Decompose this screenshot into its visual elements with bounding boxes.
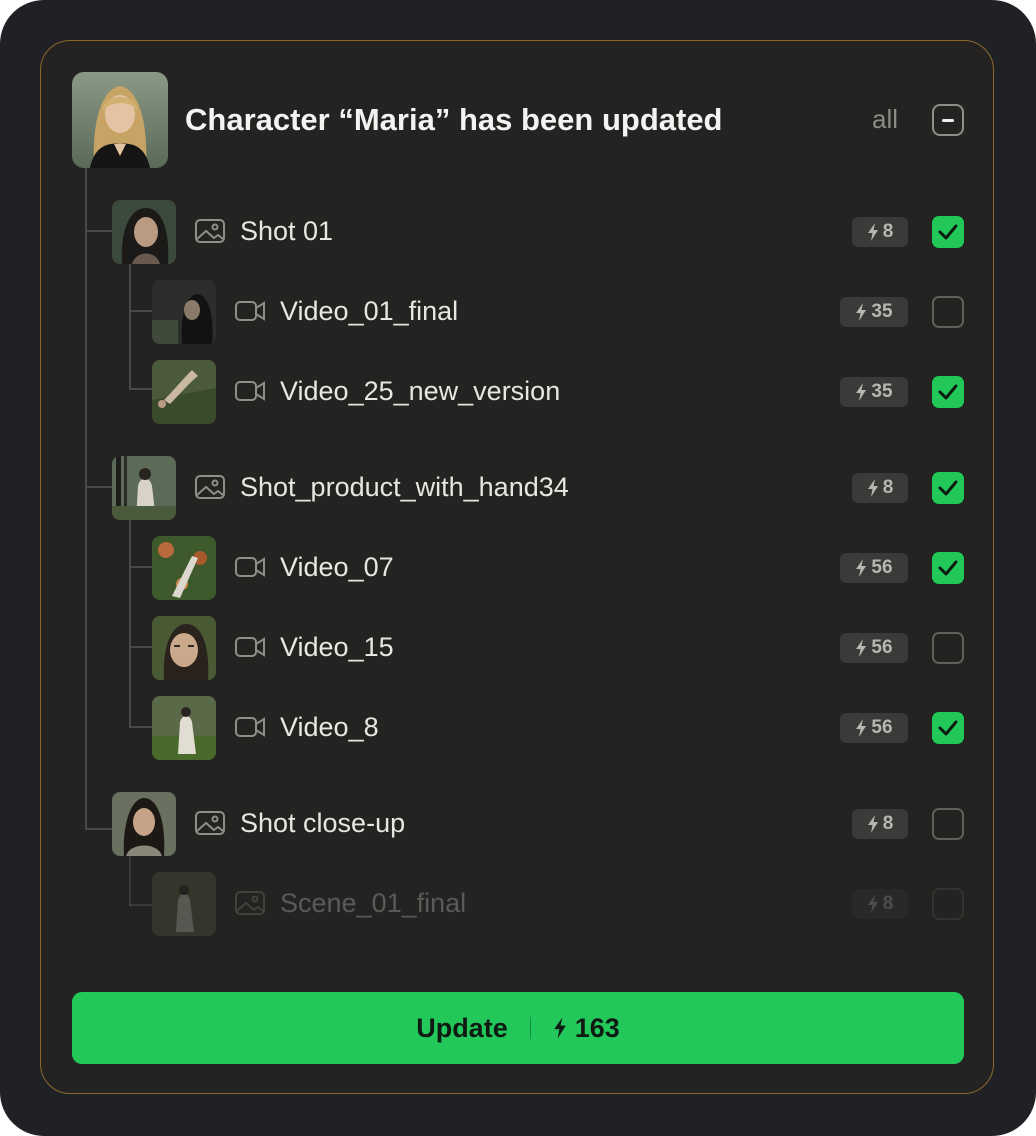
row-label: Shot_product_with_hand34 <box>240 472 569 502</box>
cost-badge: 35 <box>840 297 908 327</box>
checkmark-icon <box>938 720 958 736</box>
cost-value: 35 <box>871 301 893 322</box>
cost-value: 56 <box>871 717 893 738</box>
row-label: Scene_01_final <box>280 888 467 918</box>
checkmark-icon <box>938 384 958 400</box>
select-all-label: all <box>872 104 899 134</box>
checkmark-icon <box>938 480 958 496</box>
select-all-checkbox[interactable] <box>932 104 964 136</box>
row-checkbox[interactable] <box>932 472 964 504</box>
cost-value: 8 <box>882 221 894 242</box>
cost-badge: 8 <box>852 217 908 247</box>
tree-connector <box>85 168 87 830</box>
row-label: Shot close-up <box>240 808 406 838</box>
total-cost: 163 <box>574 1012 620 1043</box>
video-camera-icon <box>234 554 266 580</box>
row-label: Video_01_final <box>280 296 459 326</box>
video-thumbnail <box>152 616 216 680</box>
lightning-bolt-icon <box>856 559 867 577</box>
shot-thumbnail <box>112 792 176 856</box>
row-checkbox <box>932 888 964 920</box>
row-checkbox[interactable] <box>932 376 964 408</box>
lightning-bolt-icon <box>867 479 878 497</box>
tree-connector <box>129 904 152 906</box>
image-icon <box>194 474 226 500</box>
lightning-bolt-icon <box>856 719 867 737</box>
lightning-bolt-icon <box>856 639 867 657</box>
video-camera-icon <box>234 378 266 404</box>
video-camera-icon <box>234 634 266 660</box>
cost-value: 8 <box>882 813 894 834</box>
tree-connector <box>129 520 131 728</box>
lightning-bolt-icon <box>856 303 867 321</box>
page-title: Character “Maria” has been updated <box>185 102 723 137</box>
video-thumbnail <box>152 696 216 760</box>
tree-connector <box>129 646 152 648</box>
lightning-bolt-icon <box>856 383 867 401</box>
tree-connector <box>85 486 112 488</box>
row-checkbox[interactable] <box>932 216 964 248</box>
shot-thumbnail <box>112 456 176 520</box>
app-window: Character “Maria” has been updated all S… <box>0 0 1036 1136</box>
video-camera-icon <box>234 714 266 740</box>
character-portrait-image <box>72 72 168 168</box>
row-checkbox[interactable] <box>932 712 964 744</box>
row-checkbox[interactable] <box>932 552 964 584</box>
divider <box>529 1017 531 1039</box>
tree-connector <box>129 856 131 906</box>
row-checkbox[interactable] <box>932 632 964 664</box>
lightning-bolt-icon <box>867 815 878 833</box>
cost-badge: 8 <box>852 473 908 503</box>
lightning-bolt-icon <box>867 223 878 241</box>
tree-connector <box>85 230 112 232</box>
row-label: Video_15 <box>280 632 394 662</box>
image-icon <box>234 890 266 916</box>
character-avatar <box>72 72 168 168</box>
cost-value: 56 <box>871 557 893 578</box>
update-button[interactable]: Update 163 <box>72 992 964 1064</box>
cost-value: 8 <box>882 893 894 914</box>
scene-thumbnail <box>152 872 216 936</box>
lightning-bolt-icon <box>867 895 878 913</box>
lightning-bolt-icon <box>553 1017 566 1039</box>
tree-connector <box>129 566 152 568</box>
cost-badge: 8 <box>852 809 908 839</box>
cost-badge: 56 <box>840 553 908 583</box>
cost-badge: 56 <box>840 633 908 663</box>
cost-value: 35 <box>871 381 893 402</box>
shot-thumbnail <box>112 200 176 264</box>
cost-value: 8 <box>882 477 894 498</box>
row-checkbox[interactable] <box>932 808 964 840</box>
tree-connector <box>129 388 152 390</box>
update-button-label: Update <box>416 1012 508 1043</box>
checkmark-icon <box>938 560 958 576</box>
cost-badge: 56 <box>840 713 908 743</box>
image-icon <box>194 810 226 836</box>
image-icon <box>194 218 226 244</box>
video-thumbnail <box>152 536 216 600</box>
tree-connector <box>129 726 152 728</box>
cost-badge: 8 <box>852 889 908 919</box>
row-label: Video_25_new_version <box>280 376 561 406</box>
video-thumbnail <box>152 280 216 344</box>
video-camera-icon <box>234 298 266 324</box>
row-label: Video_07 <box>280 552 394 582</box>
cost-badge: 35 <box>840 377 908 407</box>
row-label: Video_8 <box>280 712 379 742</box>
tree-connector <box>85 828 112 830</box>
cost-value: 56 <box>871 637 893 658</box>
tree-connector <box>129 264 131 390</box>
video-thumbnail <box>152 360 216 424</box>
tree-connector <box>129 310 152 312</box>
row-checkbox[interactable] <box>932 296 964 328</box>
checkmark-icon <box>938 224 958 240</box>
row-label: Shot 01 <box>240 216 334 246</box>
